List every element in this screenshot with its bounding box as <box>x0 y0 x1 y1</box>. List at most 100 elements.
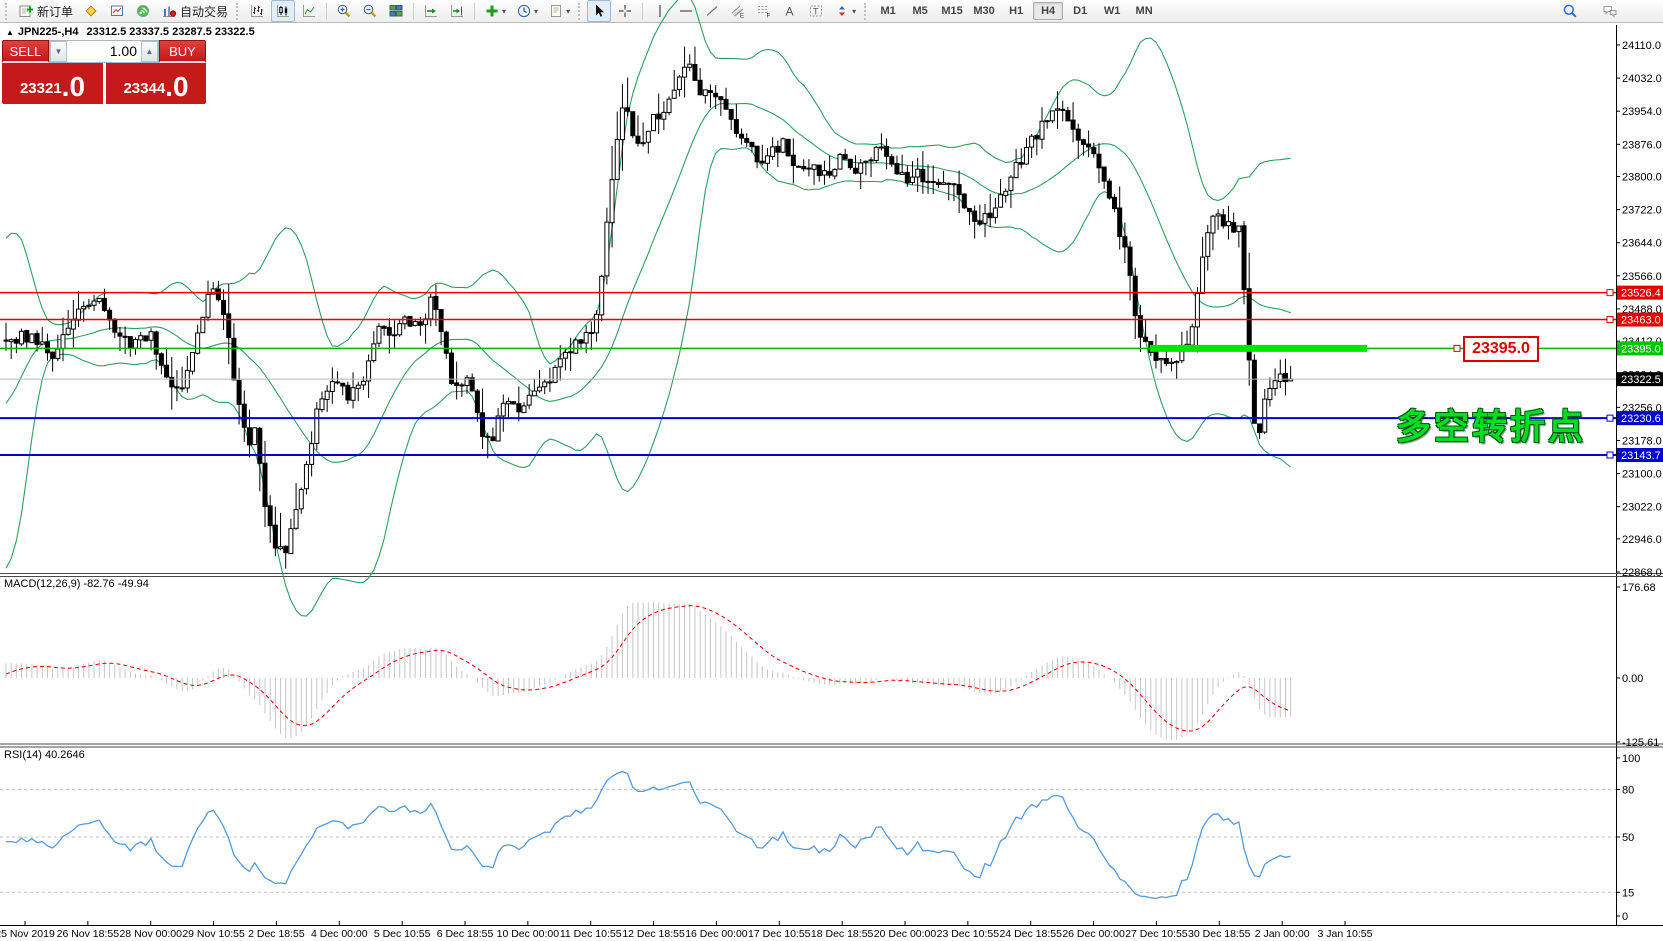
line-anchor[interactable] <box>1454 345 1460 351</box>
candle-body <box>1221 215 1225 226</box>
candle-body <box>1154 352 1158 361</box>
price-axis-label: 23876.0 <box>1622 139 1662 151</box>
candle-body <box>242 404 246 427</box>
candle-body <box>672 90 676 98</box>
candle-body <box>108 310 112 320</box>
candle-body <box>501 403 505 416</box>
candle-body <box>113 319 117 332</box>
collapse-icon[interactable]: ▲ <box>6 28 14 37</box>
candle-body <box>356 385 360 388</box>
candle-body <box>652 115 656 131</box>
candle-body <box>1071 120 1075 129</box>
symbol-period-label: JPN225-,H4 <box>18 26 79 38</box>
candle-body <box>1170 362 1174 363</box>
candle-body <box>527 395 531 405</box>
volume-increase-button[interactable]: ▲ <box>141 41 158 62</box>
time-axis-label: 16 Dec 00:00 <box>685 928 748 940</box>
candle-body <box>1123 237 1127 247</box>
candle-body <box>134 340 138 349</box>
candle-body <box>693 65 697 81</box>
volume-decrease-button[interactable]: ▼ <box>50 41 67 62</box>
price-axis-label: 24110.0 <box>1622 40 1661 52</box>
candle-body <box>791 155 795 165</box>
time-axis-label: 30 Dec 18:55 <box>1188 928 1251 940</box>
mt4-terminal: 新订单自动交易▾▾▾EFAT▾M1M5M15M30H1H4D1W1MN ▲JPN… <box>0 0 1663 941</box>
candle-body <box>434 296 438 309</box>
line-anchor[interactable] <box>1607 290 1613 296</box>
candle-body <box>605 222 609 276</box>
candle-body <box>543 382 547 387</box>
candle-body <box>4 340 8 341</box>
candle-body <box>1144 337 1148 341</box>
candle-body <box>936 182 940 184</box>
candle-body <box>289 529 293 554</box>
candle-body <box>683 67 687 77</box>
price-callout-label[interactable]: 23395.0 <box>1463 336 1539 362</box>
candle-body <box>139 336 143 340</box>
candle-body <box>517 404 521 412</box>
candle-body <box>558 359 562 367</box>
candle-body <box>1237 226 1241 232</box>
candle-body <box>387 328 391 336</box>
candle-body <box>765 156 769 163</box>
time-axis-label: 24 Dec 18:55 <box>999 928 1062 940</box>
candle-body <box>797 166 801 167</box>
candle-body <box>56 349 60 359</box>
candle-body <box>496 416 500 441</box>
macd-layer: 176.680.00-125.61 <box>6 582 1659 749</box>
candle-body <box>470 378 474 391</box>
candle-body <box>486 436 490 437</box>
candle-body <box>859 163 863 173</box>
time-axis-label: 2 Dec 18:55 <box>248 928 305 940</box>
chart-canvas[interactable]: 24110.024032.023954.023876.023800.023722… <box>0 0 1663 941</box>
candle-body <box>781 139 785 152</box>
macd-scale-label: 0.00 <box>1622 673 1643 685</box>
time-axis-label: 26 Dec 00:00 <box>1062 928 1125 940</box>
candle-body <box>1035 136 1039 139</box>
candle-body <box>377 326 381 343</box>
candle-body <box>444 332 448 353</box>
candle-body <box>92 301 96 305</box>
time-axis-label: 25 Nov 2019 <box>0 928 55 940</box>
sell-price[interactable]: 23321.0 <box>2 63 103 104</box>
candle-body <box>714 93 718 97</box>
volume-input[interactable]: 1.00 <box>67 41 141 62</box>
annotation-text[interactable]: 多空转折点 <box>1396 399 1586 450</box>
candle-body <box>988 213 992 218</box>
buy-price-pips: .0 <box>165 73 188 101</box>
line-anchor[interactable] <box>1607 415 1613 421</box>
candle-body <box>82 306 86 308</box>
candle-body <box>1159 359 1163 360</box>
candle-body <box>315 409 319 444</box>
time-axis-label: 10 Dec 00:00 <box>497 928 560 940</box>
candle-body <box>579 340 583 343</box>
candle-body <box>413 322 417 326</box>
sell-button[interactable]: SELL <box>2 40 49 63</box>
candle-body <box>102 298 106 310</box>
candle-body <box>77 309 81 320</box>
candle-body <box>14 339 18 343</box>
candle-body <box>1030 136 1034 147</box>
candle-body <box>1190 327 1194 345</box>
rsi-scale-label: 50 <box>1622 832 1634 844</box>
bollinger-lower-band[interactable] <box>6 148 1291 616</box>
line-anchor[interactable] <box>1607 317 1613 323</box>
candle-body <box>1252 360 1256 423</box>
buy-button[interactable]: BUY <box>159 40 206 63</box>
time-axis-label: 2 Jan 00:00 <box>1255 928 1310 940</box>
candle-body <box>771 147 775 157</box>
level-highlight-segment[interactable] <box>1150 345 1367 352</box>
candle-body <box>20 331 24 344</box>
line-anchor[interactable] <box>1607 452 1613 458</box>
candle-body <box>154 332 158 354</box>
candle-body <box>828 171 832 175</box>
buy-price[interactable]: 23344.0 <box>106 63 206 104</box>
candle-body <box>1061 109 1065 110</box>
candle-body <box>460 385 464 386</box>
candle-body <box>87 305 91 306</box>
candle-body <box>848 159 852 167</box>
candle-body <box>294 510 298 529</box>
price-badge-label: 23463.0 <box>1621 315 1661 327</box>
candle-body <box>128 337 132 348</box>
candle-body <box>740 134 744 138</box>
